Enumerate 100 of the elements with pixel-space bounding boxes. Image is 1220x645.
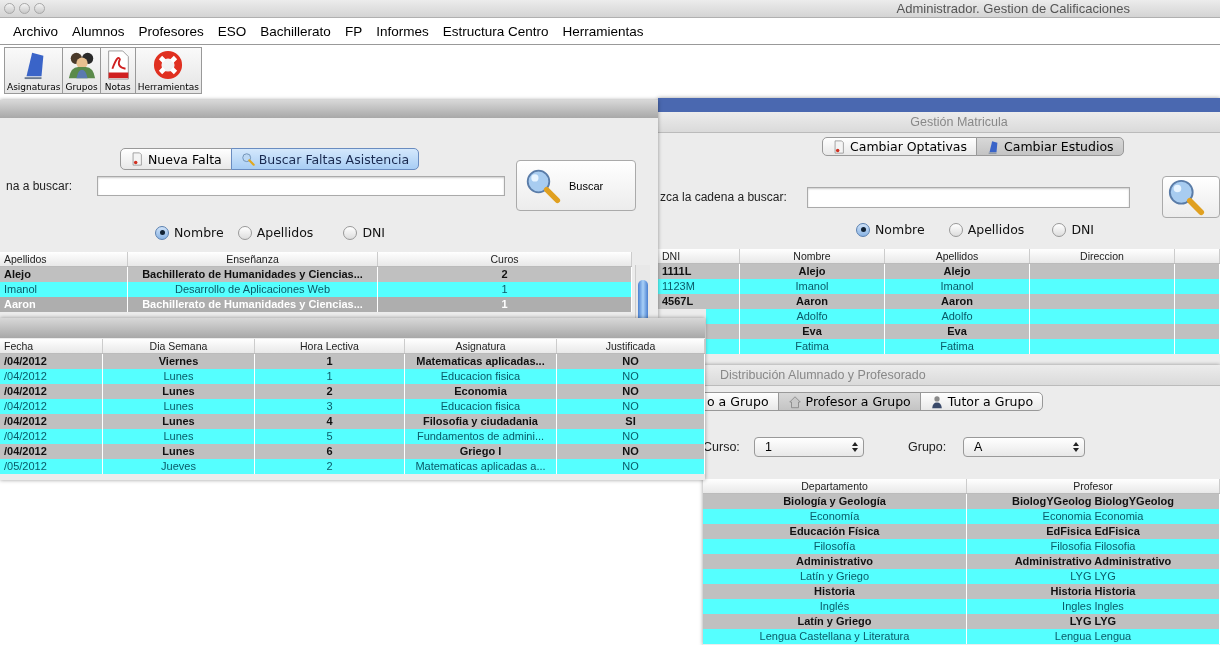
table-row[interactable]: Educación Física EdFisica EdFisica [703,524,1220,539]
search-button[interactable]: Buscar [516,160,636,211]
radio-button[interactable]: Nombre [856,222,925,237]
search-button[interactable] [1162,176,1220,218]
table-row[interactable]: Imanol Desarrollo de Aplicaciones Web 1 [0,282,632,297]
document-icon [832,139,846,154]
radio-button[interactable]: Nombre [155,225,224,240]
tab[interactable]: Cambiar Optativas [822,137,978,156]
search-icon [1167,178,1206,216]
search-field[interactable] [97,175,505,196]
table-cell: 2 [255,459,405,474]
table-row[interactable]: 4567L Aaron Aaron [658,294,1220,309]
column-header[interactable]: Direccion [1030,249,1175,263]
search-label: na a buscar: [5,178,74,193]
toolbar-button[interactable]: Notas [99,47,136,94]
table-row[interactable]: Fatima Fatima [706,339,1220,354]
menu-item[interactable]: Estructura Centro [435,23,556,39]
radio-button[interactable]: Apellidos [237,225,314,240]
tab[interactable]: Cambiar Estudios [976,137,1124,156]
radio-button[interactable]: DNI [1052,222,1095,237]
column-header[interactable]: Apellidos [0,252,128,266]
table-row[interactable]: /04/2012 Lunes 2 Economia NO [0,384,705,399]
column-header[interactable]: Hora Lectiva [255,339,405,353]
table-row[interactable]: Latín y Griego LYG LYG [703,614,1220,629]
table-row[interactable]: /04/2012 Lunes 4 Filosofia y ciudadania SI [0,414,705,429]
dropdown[interactable]: 1 [754,437,864,457]
window-title: Gestión Matricula [910,115,1008,129]
table-row[interactable]: Administrativo Administrativo Administrativo [703,554,1220,569]
menu-item[interactable]: Bachillerato [253,23,338,39]
table-row[interactable]: Lengua Castellana y Literatura Lengua Lengua [703,629,1220,644]
people-icon [66,50,97,80]
window-title: Distribución Alumnado y Profesorado [720,368,926,382]
scrollbar[interactable] [635,265,650,318]
column-header[interactable]: Curos [378,252,632,266]
house-icon [787,394,802,409]
updown-arrows-icon [1072,441,1080,453]
search-label: zca la cadena a buscar: [659,190,788,204]
table-row[interactable]: Inglés Ingles Ingles [703,599,1220,614]
table-row[interactable]: Historia Historia Historia [703,584,1220,599]
tab[interactable]: Tutor a Grupo [919,392,1044,411]
table-cell: Jueves [103,459,255,474]
column-header[interactable]: Apellidos [885,249,1030,263]
minimize-button[interactable] [19,3,30,14]
person-icon [929,394,944,409]
menu-item[interactable]: FP [337,23,370,39]
column-header[interactable]: Nombre [740,249,885,263]
table-cell: Lengua Lengua [967,629,1220,644]
table-row[interactable]: Biología y Geología BiologYGeolog BiologYGeolog [703,494,1220,509]
menu-item[interactable]: Alumnos [65,23,132,39]
column-header[interactable]: Asignatura [405,339,557,353]
table-cell: /05/2012 [0,459,103,474]
tab[interactable]: o a Grupo [703,392,779,411]
field-label: Grupo: [908,440,948,454]
menu-item[interactable]: Herramientas [555,23,651,39]
table-cell: Aaron [0,297,128,312]
toolbar-button[interactable]: Herramientas [134,47,203,94]
toolbar-button[interactable]: Grupos [62,47,101,94]
dropdown[interactable]: A [963,437,1085,457]
tab[interactable]: Nueva Falta [120,148,232,170]
table-row[interactable]: Filosofía Filosofia Filosofia [703,539,1220,554]
table-cell: NO [557,459,705,474]
menu-item[interactable]: Profesores [131,23,211,39]
table-row[interactable]: Economía Economia Economia [703,509,1220,524]
table-row[interactable]: 1111L Alejo Alejo [658,264,1220,279]
lifebuoy-icon [153,50,184,80]
search-field[interactable] [806,186,1131,208]
table-cell: Bachillerato de Humanidades y Ciencias... [128,297,378,312]
column-header[interactable]: Profesor [967,479,1220,493]
table-row[interactable]: /04/2012 Lunes 3 Educacion fisica NO [0,399,705,414]
table-row[interactable]: Adolfo Adolfo [706,309,1220,324]
table-cell: Fatima [885,339,1030,354]
menu-item[interactable]: ESO [210,23,254,39]
search-icon [240,152,255,166]
tab[interactable]: Buscar Faltas Asistencia [230,148,420,170]
search-icon [525,167,561,204]
column-header[interactable]: Enseñanza [128,252,378,266]
menu-item[interactable]: Archivo [6,23,65,39]
table-cell: Lengua Castellana y Literatura [703,629,967,644]
toolbar-button[interactable]: Asignaturas [4,47,64,94]
close-button[interactable] [4,3,15,14]
column-header[interactable]: Fecha [0,339,103,353]
table-row[interactable]: Latín y Griego LYG LYG [703,569,1220,584]
document-icon [130,152,144,166]
radio-button[interactable]: Apellidos [948,222,1025,237]
table-row[interactable]: 1123M Imanol Imanol [658,279,1220,294]
table-row[interactable]: /04/2012 Lunes 1 Educacion fisica NO [0,369,705,384]
table-row[interactable]: /05/2012 Jueves 2 Matematicas aplicadas a... NO [0,459,705,474]
column-header[interactable]: Dia Semana [103,339,255,353]
table-row[interactable]: Eva Eva [706,324,1220,339]
menu-item[interactable]: Informes [369,23,436,39]
table-cell: Fatima [740,339,885,354]
table-row[interactable]: /04/2012 Viernes 1 Matematicas aplicadas... NO [0,354,705,369]
table-cell: 1 [378,297,632,312]
table-row[interactable]: Alejo Bachillerato de Humanidades y Ciencias... 2 [0,267,632,282]
column-header[interactable]: Justificada [557,339,705,353]
zoom-button[interactable] [34,3,45,14]
table-row[interactable]: /04/2012 Lunes 5 Fundamentos de admini... NO [0,429,705,444]
radio-button[interactable]: DNI [343,225,386,240]
tab[interactable]: Profesor a Grupo [777,392,921,411]
table-row[interactable]: /04/2012 Lunes 6 Griego I NO [0,444,705,459]
